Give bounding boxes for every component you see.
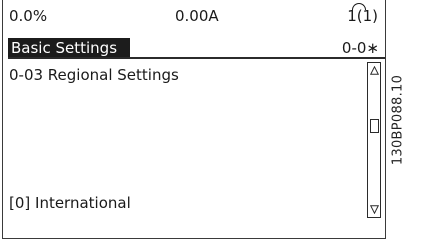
parameter-value[interactable]: [0] International [9,193,131,213]
status-reference: 0.0% [9,7,48,25]
status-current: 0.00A [175,7,219,25]
parameter-title[interactable]: 0-03 Regional Settings [9,65,179,85]
setup-indicator: 1 (1) [347,3,378,25]
active-setup: 1 (1) [347,3,378,25]
lcp-display: 0.0% 0.00A 1 (1) Basic Settings 0-0∗ 0-03… [2,0,386,239]
parameter-group-code: 0-0∗ [341,39,379,57]
scrollbar[interactable] [367,62,381,218]
figure-code: 130BP088.10 [390,74,406,166]
menu-title: Basic Settings [8,38,130,58]
menu-divider [8,57,385,59]
setup-arc-icon [352,3,367,10]
scroll-thumb[interactable] [370,119,379,133]
triangle-down-icon[interactable] [370,205,379,214]
